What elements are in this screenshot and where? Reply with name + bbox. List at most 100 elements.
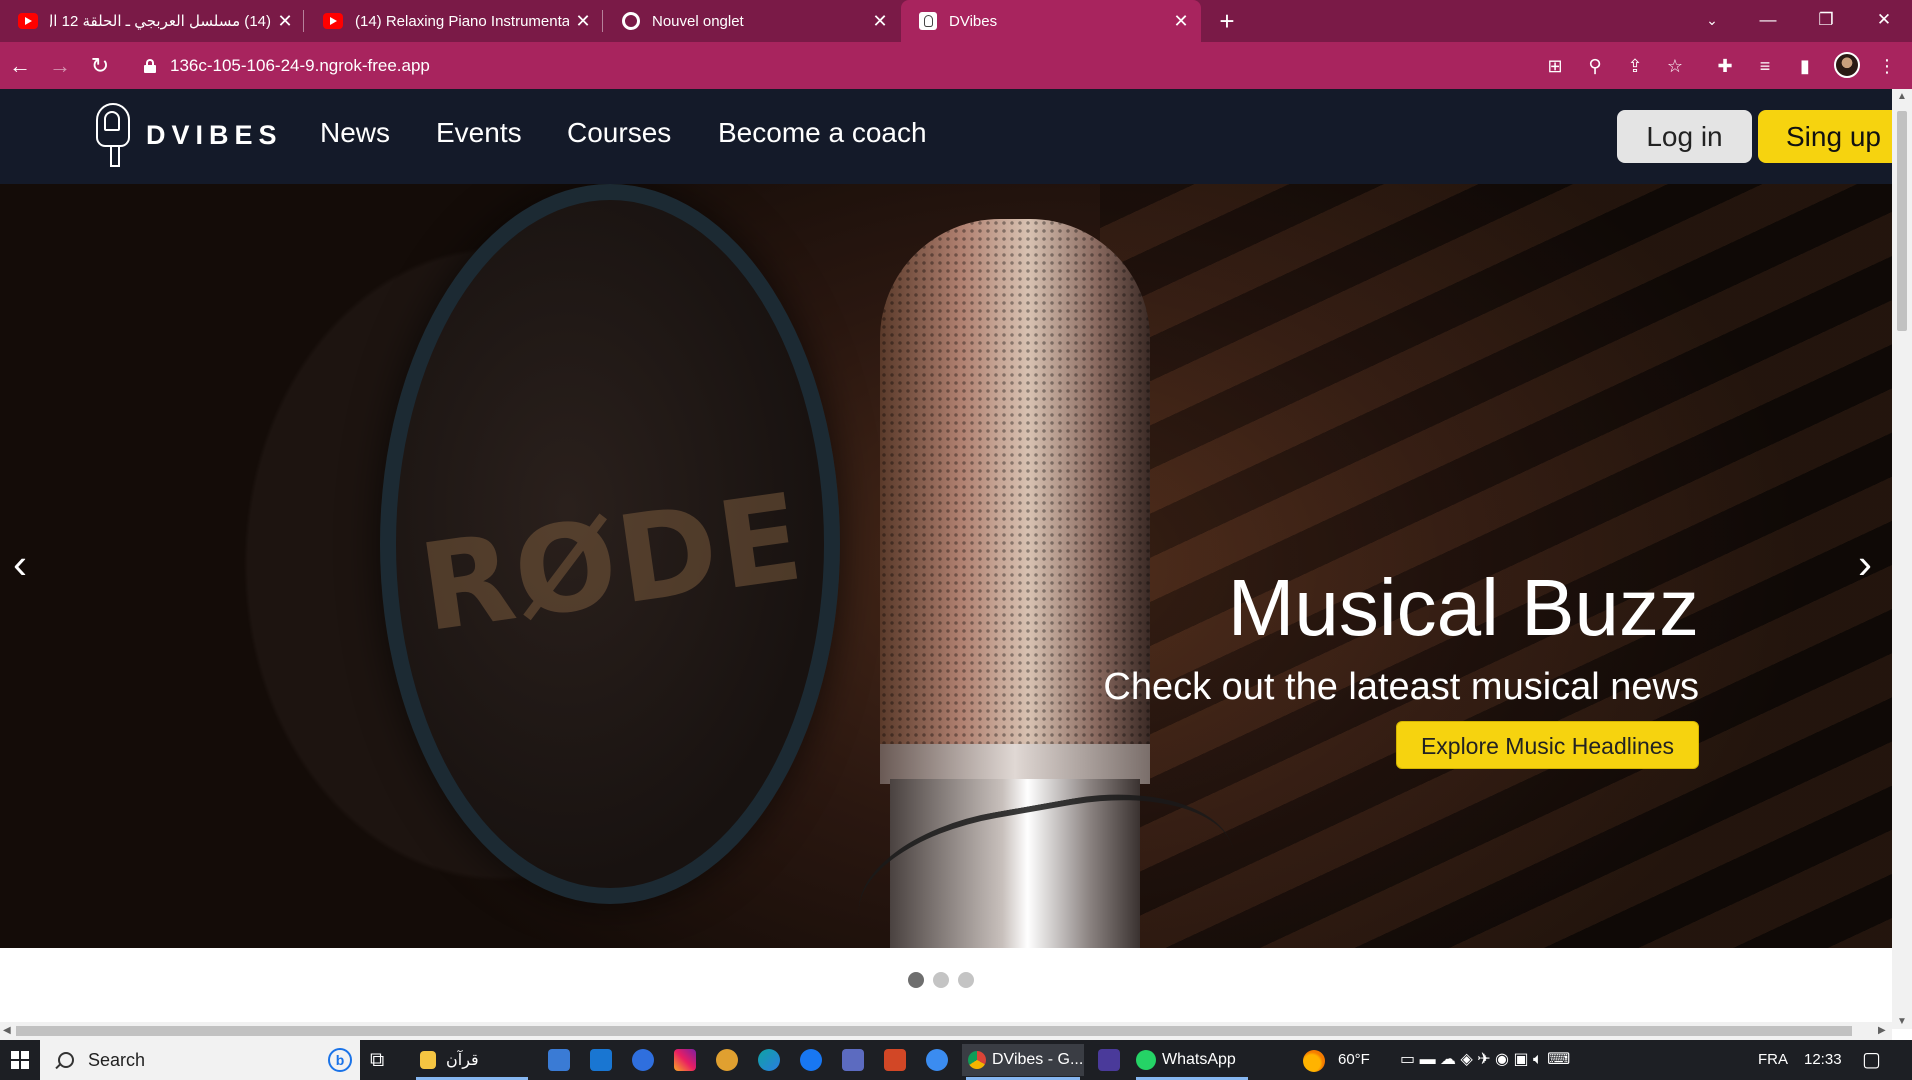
- task-view-icon[interactable]: ⧉: [370, 1044, 398, 1076]
- extensions-icon[interactable]: ✚: [1710, 51, 1740, 81]
- mail-icon[interactable]: [590, 1044, 612, 1076]
- taskbar-app-whatsapp[interactable]: WhatsApp: [1132, 1044, 1252, 1080]
- nav-events[interactable]: Events: [436, 117, 522, 149]
- windows-start-icon[interactable]: [0, 1040, 40, 1080]
- hero-subtitle: Check out the lateast musical news: [1103, 666, 1699, 708]
- vertical-scroll-thumb[interactable]: [1897, 111, 1907, 331]
- side-panel-icon[interactable]: ▮: [1790, 51, 1820, 81]
- url-text: 136c-105-106-24-9.ngrok-free.app: [170, 56, 430, 75]
- youtube-icon: [323, 13, 343, 29]
- tab-new-tab[interactable]: Nouvel onglet ✕: [604, 0, 900, 42]
- powerpoint-icon[interactable]: [884, 1044, 906, 1076]
- scroll-down-icon[interactable]: ▼: [1892, 1016, 1912, 1027]
- back-button[interactable]: ←: [4, 50, 36, 82]
- nav-courses[interactable]: Courses: [567, 117, 671, 149]
- edge-icon[interactable]: [758, 1044, 780, 1076]
- logo-text: DVIBES: [146, 119, 283, 150]
- close-tab-icon[interactable]: ✕: [1167, 11, 1195, 32]
- bing-icon[interactable]: b: [328, 1048, 352, 1072]
- tab-separator: [303, 10, 304, 32]
- reload-button[interactable]: ↻: [84, 50, 116, 82]
- share-icon[interactable]: ⇪: [1620, 51, 1650, 81]
- forward-button[interactable]: →: [44, 50, 76, 82]
- nav-become-a-coach[interactable]: Become a coach: [718, 117, 927, 149]
- instagram-icon[interactable]: [674, 1044, 696, 1076]
- tab-title: (14) Relaxing Piano Instrumental: [355, 12, 569, 30]
- app-label: DVibes - G...: [992, 1051, 1084, 1068]
- carousel-indicators: [908, 972, 974, 988]
- dvibes-page: DVIBES News Events Courses Become a coac…: [0, 89, 1892, 1029]
- dvibes-favicon-icon: [919, 12, 937, 30]
- input-language[interactable]: FRA: [1758, 1040, 1788, 1080]
- app-label: قرآن: [446, 1052, 479, 1069]
- facebook-icon[interactable]: [800, 1044, 822, 1076]
- whatsapp-icon: [1136, 1050, 1156, 1070]
- taskbar-search[interactable]: Search b: [40, 1040, 360, 1080]
- search-icon: [58, 1052, 74, 1068]
- microphone-band-image: [880, 744, 1150, 784]
- dvibes-logo[interactable]: DVIBES: [92, 97, 283, 173]
- tab-youtube-piano[interactable]: (14) Relaxing Piano Instrumental ✕: [305, 0, 603, 42]
- microsoft-store-icon[interactable]: [548, 1044, 570, 1076]
- tab-dvibes[interactable]: DVibes ✕: [901, 0, 1201, 42]
- weather-temp[interactable]: 60°F: [1338, 1040, 1370, 1080]
- carousel-dot-2[interactable]: [933, 972, 949, 988]
- explore-headlines-button[interactable]: Explore Music Headlines: [1396, 721, 1699, 769]
- app-c-icon[interactable]: [926, 1044, 948, 1076]
- app-hex-icon[interactable]: [842, 1044, 864, 1076]
- scroll-right-icon[interactable]: ▶: [1878, 1022, 1886, 1040]
- login-button[interactable]: Log in: [1617, 110, 1752, 163]
- windows-taskbar: Search b ⧉ قرآن DVibes - G... WhatsApp 6…: [0, 1040, 1912, 1080]
- bookmark-star-icon[interactable]: ☆: [1660, 51, 1690, 81]
- headphone-head-logo-icon: [92, 97, 136, 173]
- youtube-icon: [18, 13, 38, 29]
- weather-icon[interactable]: [1303, 1050, 1325, 1072]
- carousel-next-icon[interactable]: ›: [1845, 539, 1885, 589]
- close-tab-icon[interactable]: ✕: [271, 11, 299, 32]
- browser-tab-strip: (14) مسلسل العربجي ـ الحلقة 12 ال ✕ (14)…: [0, 0, 1912, 42]
- carousel-dot-3[interactable]: [958, 972, 974, 988]
- app-label: WhatsApp: [1162, 1051, 1236, 1068]
- close-tab-icon[interactable]: ✕: [569, 11, 597, 32]
- horizontal-scrollbar[interactable]: ◀ ▶: [0, 1022, 1892, 1040]
- tray-icons[interactable]: ▭ ▬ ☁ ◈ ✈ ◉ ▣ 🔈︎ ⌨︎: [1400, 1040, 1570, 1080]
- chrome-icon: [968, 1051, 986, 1069]
- vertical-scrollbar[interactable]: ▲ ▼: [1892, 89, 1912, 1029]
- browser-toolbar: ← → ↻ 136c-105-106-24-9.ngrok-free.app ⊞…: [0, 42, 1912, 89]
- minimize-button[interactable]: —: [1740, 0, 1796, 42]
- notifications-icon[interactable]: ▢: [1862, 1040, 1881, 1080]
- nav-news[interactable]: News: [320, 117, 390, 149]
- restore-button[interactable]: ❐: [1798, 0, 1854, 42]
- site-header: DVIBES News Events Courses Become a coac…: [0, 89, 1892, 184]
- app-shield-icon[interactable]: [716, 1044, 738, 1076]
- scroll-left-icon[interactable]: ◀: [3, 1022, 11, 1040]
- zoom-icon[interactable]: ⚲: [1580, 51, 1610, 81]
- carousel-dot-1[interactable]: [908, 972, 924, 988]
- lock-icon: [144, 59, 156, 73]
- tab-title: (14) مسلسل العربجي ـ الحلقة 12 ال: [50, 13, 271, 30]
- close-window-button[interactable]: ✕: [1856, 0, 1912, 42]
- horizontal-scroll-thumb[interactable]: [16, 1026, 1852, 1036]
- app-purple-icon[interactable]: [1098, 1044, 1120, 1076]
- media-controls-icon[interactable]: ≡: [1750, 51, 1780, 81]
- scroll-up-icon[interactable]: ▲: [1892, 91, 1912, 102]
- tab-youtube-series[interactable]: (14) مسلسل العربجي ـ الحلقة 12 ال ✕: [0, 0, 305, 42]
- tab-search-chevron-icon[interactable]: ⌄: [1684, 0, 1740, 42]
- address-bar[interactable]: 136c-105-106-24-9.ngrok-free.app: [128, 49, 1528, 83]
- translate-icon[interactable]: ⊞: [1540, 51, 1570, 81]
- tab-separator: [602, 10, 603, 32]
- clock-time[interactable]: 12:33: [1804, 1040, 1842, 1080]
- folder-icon: [420, 1051, 436, 1069]
- app-w-icon[interactable]: [632, 1044, 654, 1076]
- tab-title: Nouvel onglet: [652, 12, 744, 30]
- menu-kebab-icon[interactable]: ⋮: [1872, 51, 1902, 81]
- profile-avatar[interactable]: [1834, 52, 1860, 78]
- search-label: Search: [88, 1049, 146, 1070]
- carousel-prev-icon[interactable]: ‹: [0, 539, 40, 589]
- close-tab-icon[interactable]: ✕: [866, 11, 894, 32]
- hero-carousel: RØDE Musical Buzz Check out the lateast …: [0, 184, 1892, 948]
- new-tab-button[interactable]: +: [1212, 4, 1242, 38]
- taskbar-app-chrome[interactable]: DVibes - G...: [962, 1044, 1084, 1080]
- signup-button[interactable]: Sing up: [1758, 110, 1892, 163]
- taskbar-app-explorer[interactable]: قرآن: [412, 1044, 532, 1080]
